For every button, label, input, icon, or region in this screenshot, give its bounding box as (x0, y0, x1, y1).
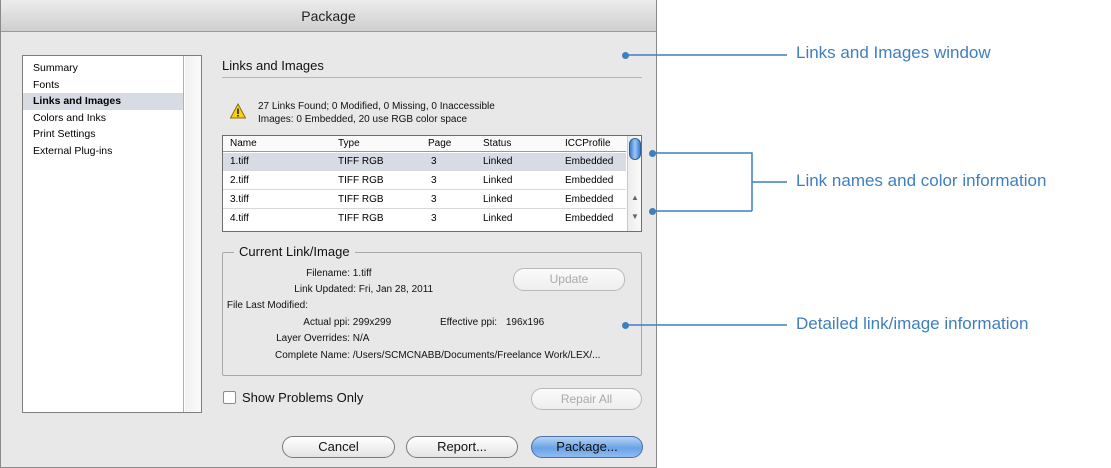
callout-dot-table-bottom (649, 208, 656, 215)
callout-dot-table-top (649, 150, 656, 157)
callout-line-table-top (652, 152, 753, 211)
callout-detailed-info: Detailed link/image information (796, 314, 1029, 333)
callout-link-names: Link names and color information (796, 171, 1047, 190)
callout-lines (625, 54, 787, 326)
callout-dot-detailed-info (622, 322, 629, 329)
callout-links-window: Links and Images window (796, 43, 991, 62)
callout-dot-links-window (622, 52, 629, 59)
